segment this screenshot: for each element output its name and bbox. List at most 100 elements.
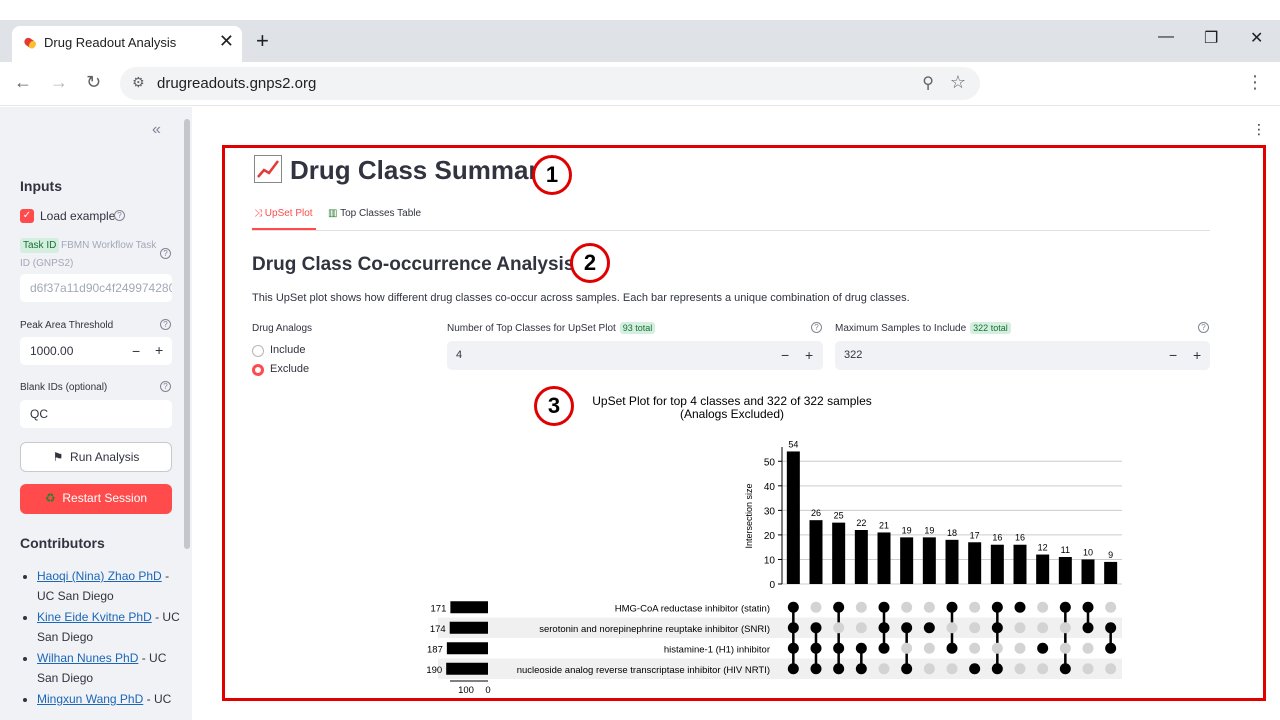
top-classes-input[interactable]: 4 <box>447 341 823 370</box>
help-icon[interactable]: ? <box>114 210 125 221</box>
matrix-dot-filled <box>878 642 890 654</box>
matrix-dot-filled <box>810 663 822 675</box>
matrix-dot-filled <box>787 663 799 675</box>
intersection-bar <box>809 520 823 584</box>
help-icon[interactable]: ? <box>160 381 171 392</box>
max-samples-label-text: Maximum Samples to Include <box>835 323 967 334</box>
matrix-dot-empty <box>923 642 935 654</box>
bar-value-label: 26 <box>811 508 821 518</box>
matrix-dot-filled <box>991 601 1003 613</box>
max-samples-value[interactable]: 322 <box>844 349 862 361</box>
browser-tab-bar: Drug Readout Analysis ✕ + — ❐ ✕ <box>0 20 1280 62</box>
matrix-dot-empty <box>1082 663 1094 675</box>
top-classes-decrement-button[interactable]: − <box>781 347 789 363</box>
y-tick-label: 30 <box>764 506 776 517</box>
include-radio-label[interactable]: Include <box>270 344 305 356</box>
browser-tab[interactable]: Drug Readout Analysis ✕ <box>12 26 242 62</box>
max-samples-input[interactable]: 322 <box>835 341 1210 370</box>
reload-icon[interactable]: ↻ <box>86 72 101 93</box>
intersection-bar <box>832 522 846 584</box>
load-example-checkbox[interactable]: ✓ <box>20 209 34 223</box>
matrix-dot-filled <box>969 663 981 675</box>
set-size-bar <box>449 621 488 634</box>
bookmark-star-icon[interactable]: ☆ <box>950 72 966 93</box>
top-classes-value[interactable]: 4 <box>456 349 462 361</box>
matrix-dot-empty <box>923 601 935 613</box>
top-classes-label-text: Number of Top Classes for UpSet Plot <box>447 323 616 334</box>
peak-area-value[interactable]: 1000.00 <box>30 344 73 358</box>
app-menu-icon[interactable]: ⋮ <box>1252 121 1266 138</box>
bar-value-label: 17 <box>970 530 980 540</box>
help-icon[interactable]: ? <box>160 319 171 330</box>
browser-menu-icon[interactable]: ⋮ <box>1246 72 1264 93</box>
list-item: Kine Eide Kvitne PhD - UC San Diego <box>37 608 180 647</box>
restart-session-button[interactable]: ♻ Restart Session <box>20 484 172 514</box>
tab-top-classes-table[interactable]: ▥ Top Classes Table <box>328 208 421 219</box>
matrix-dot-empty <box>855 601 867 613</box>
back-arrow-icon[interactable]: ← <box>14 72 32 93</box>
top-classes-total-badge: 93 total <box>619 322 656 334</box>
minimize-button[interactable]: — <box>1158 28 1174 46</box>
sidebar: « Inputs ✓ Load example ? Task ID FBMN W… <box>0 107 192 720</box>
intersection-bar <box>1036 554 1050 584</box>
exclude-radio-label[interactable]: Exclude <box>270 363 309 375</box>
shuffle-icon: ⤨ <box>254 208 262 219</box>
forward-arrow-icon[interactable]: → <box>50 72 68 93</box>
max-samples-increment-button[interactable]: + <box>1193 347 1201 363</box>
include-radio[interactable] <box>252 345 264 357</box>
increment-button[interactable]: + <box>155 342 163 358</box>
help-icon[interactable]: ? <box>1198 322 1209 333</box>
close-window-button[interactable]: ✕ <box>1250 28 1263 48</box>
page-title: Drug Class Summary <box>254 155 553 186</box>
exclude-radio[interactable] <box>252 364 264 376</box>
chart-increasing-icon <box>254 155 282 183</box>
blank-ids-input[interactable]: QC <box>20 400 172 428</box>
help-icon[interactable]: ? <box>160 248 171 259</box>
run-analysis-button[interactable]: ⚑ Run Analysis <box>20 442 172 472</box>
top-strip <box>0 0 1280 20</box>
contributor-affiliation: - UC <box>143 692 172 706</box>
contributor-link[interactable]: Haoqi (Nina) Zhao PhD <box>37 569 162 583</box>
matrix-dot-filled <box>1082 622 1094 634</box>
site-settings-icon[interactable]: ⚙ <box>132 74 145 91</box>
peak-area-input[interactable]: 1000.00 <box>20 337 172 365</box>
set-size-bar <box>450 601 488 614</box>
plot-title-line2: (Analogs Excluded) <box>679 407 785 421</box>
annotation-marker-2: 2 <box>570 243 610 283</box>
matrix-dot-filled <box>901 663 913 675</box>
max-samples-decrement-button[interactable]: − <box>1169 347 1177 363</box>
matrix-dot-filled <box>787 642 799 654</box>
help-icon[interactable]: ? <box>811 322 822 333</box>
contributor-link[interactable]: Mingxun Wang PhD <box>37 692 143 706</box>
active-tab-indicator <box>252 228 316 230</box>
url-text[interactable]: drugreadouts.gnps2.org <box>157 75 316 92</box>
set-size-label: 187 <box>427 644 443 655</box>
page-title-text: Drug Class Summary <box>290 155 553 185</box>
matrix-dot-empty <box>1014 642 1026 654</box>
decrement-button[interactable]: − <box>132 343 140 359</box>
intersection-bar <box>1104 561 1118 584</box>
matrix-dot-empty <box>969 601 981 613</box>
matrix-dot-empty <box>1059 642 1071 654</box>
blank-ids-label: Blank IDs (optional) <box>20 382 108 393</box>
new-tab-button[interactable]: + <box>256 28 269 54</box>
close-tab-icon[interactable]: ✕ <box>219 31 234 52</box>
tab-top-classes-label: Top Classes Table <box>340 208 422 219</box>
task-id-badge: Task ID <box>20 238 60 253</box>
restore-button[interactable]: ❐ <box>1204 28 1218 48</box>
zoom-icon[interactable]: ⚲ <box>922 73 934 93</box>
task-id-input[interactable]: d6f37a11d90c4f249974280c <box>20 274 172 302</box>
matrix-dot-empty <box>1037 663 1049 675</box>
peak-area-label: Peak Area Threshold <box>20 320 114 331</box>
contributor-link[interactable]: Wilhan Nunes PhD <box>37 651 138 665</box>
sidebar-scrollbar[interactable] <box>184 119 190 549</box>
matrix-dot-filled <box>810 642 822 654</box>
collapse-sidebar-icon[interactable]: « <box>152 121 161 139</box>
matrix-dot-filled <box>878 601 890 613</box>
matrix-dot-filled <box>787 622 799 634</box>
top-classes-increment-button[interactable]: + <box>805 347 813 363</box>
contributor-link[interactable]: Kine Eide Kvitne PhD <box>37 610 152 624</box>
address-bar[interactable]: ⚙ drugreadouts.gnps2.org ⚲ ☆ <box>120 67 980 100</box>
tab-upset-plot[interactable]: ⤨ UpSet Plot <box>254 208 313 219</box>
matrix-dot-filled <box>991 663 1003 675</box>
